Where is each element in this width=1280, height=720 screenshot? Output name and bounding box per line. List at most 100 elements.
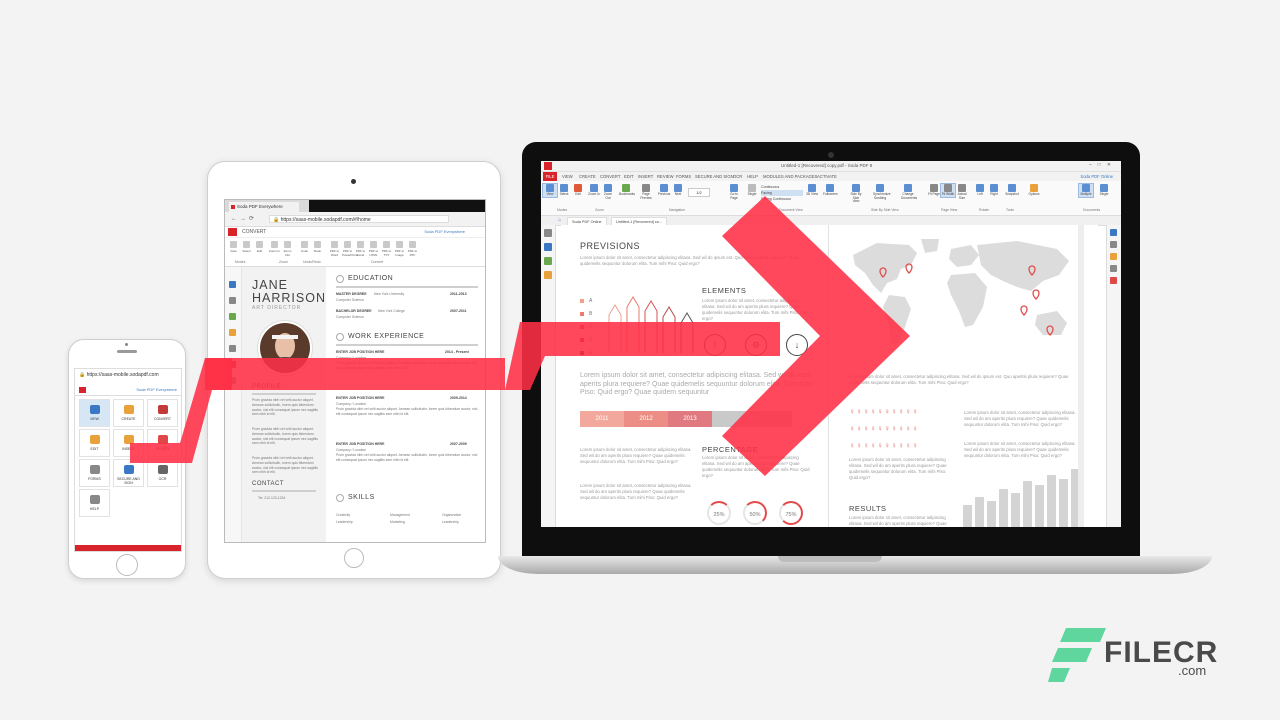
properties-icon[interactable] — [1110, 253, 1117, 260]
ribbon-button[interactable]: Select — [241, 241, 252, 253]
select-button[interactable]: Select — [557, 184, 571, 197]
browser-tab[interactable]: Soda PDF Everywhere — [229, 202, 299, 212]
fullscreen-button[interactable]: Fullscreen — [823, 184, 838, 197]
hamburger-menu-icon[interactable] — [79, 387, 86, 393]
fit-page-button[interactable]: Fit Page — [927, 184, 941, 197]
sync-scroll-button[interactable]: Synchronize Scrolling — [873, 184, 891, 200]
ribbon-label: Edit — [575, 192, 581, 196]
ribbon-button[interactable]: PDF to TXT — [381, 241, 392, 257]
window-title: Untitled-1 [Recovered] copy.pdf - Soda P… — [781, 163, 873, 168]
menu-create[interactable]: CREATE — [579, 174, 596, 179]
fit-width-button[interactable]: Fit Width — [940, 183, 956, 198]
menu-forms[interactable]: FORMS — [676, 174, 691, 179]
single-page-button[interactable]: Single — [745, 184, 759, 197]
ribbon-title[interactable]: CONVERT — [242, 229, 266, 235]
menu-convert[interactable]: CONVERT — [600, 174, 620, 179]
menu-insert[interactable]: INSERT — [638, 174, 653, 179]
ribbon-button[interactable]: Undo — [299, 241, 310, 253]
home-icon[interactable]: ⌂ — [558, 217, 561, 223]
options-button[interactable]: Options — [1027, 184, 1041, 197]
ribbon-button[interactable]: Zoom In — [269, 241, 280, 253]
phone-online-link[interactable]: Soda PDF Everywhere — [136, 387, 177, 392]
tile-review[interactable]: REVIEW — [147, 429, 178, 457]
tile-view[interactable]: VIEW — [79, 399, 110, 427]
bookmarks-icon[interactable] — [544, 243, 552, 251]
change-documents-button[interactable]: Change Documents — [901, 184, 918, 200]
go-to-page-button[interactable]: Go to Page — [727, 184, 741, 200]
pages-icon[interactable] — [229, 313, 236, 320]
rotate-left-button[interactable]: Left — [973, 184, 987, 197]
ribbon-button[interactable]: PDF to Word — [329, 241, 340, 257]
window-controls[interactable]: –□✕ — [1089, 162, 1117, 168]
tile-create[interactable]: CREATE — [113, 399, 144, 427]
tile-help[interactable]: HELP — [79, 489, 110, 517]
ribbon-button[interactable]: Zoom Out — [282, 241, 293, 257]
signatures-icon[interactable] — [229, 377, 236, 384]
ribbon-button[interactable]: PDF to PowerPoint — [342, 241, 357, 257]
vertical-scrollbar[interactable] — [1078, 225, 1084, 527]
home-icon[interactable] — [229, 281, 236, 288]
menu-file[interactable]: FILE — [543, 172, 557, 181]
hand-icon[interactable] — [1110, 229, 1117, 236]
side-by-side-button[interactable]: Side By Side View — [849, 184, 863, 204]
menu-view[interactable]: VIEW — [562, 174, 573, 179]
ribbon-button[interactable]: PDF to Image — [394, 241, 405, 257]
actual-size-button[interactable]: Actual Size — [955, 184, 969, 200]
online-link[interactable]: Soda PDF Online — [1080, 174, 1113, 179]
ribbon-button[interactable]: View — [228, 241, 239, 253]
hamburger-menu-icon[interactable] — [228, 228, 237, 236]
snapshot-button[interactable]: Snapshot — [1005, 184, 1019, 197]
menu-edit[interactable]: EDIT — [624, 174, 634, 179]
previous-button[interactable]: Previous — [657, 184, 671, 197]
comment-icon[interactable] — [1110, 241, 1117, 248]
ribbon-label: Change Documents — [901, 192, 918, 200]
people-text: Lorem ipsum dolor sit amet, consectetur … — [849, 457, 947, 480]
page-counter[interactable]: 1/2 — [688, 188, 710, 197]
bookmarks-button[interactable]: Bookmarks — [619, 184, 635, 197]
menu-ocr[interactable]: OCR — [733, 174, 742, 179]
attachments-icon[interactable] — [544, 271, 552, 279]
edit-button[interactable]: Edit — [571, 184, 585, 197]
menu-secure-and-sign[interactable]: SECURE AND SIGN — [695, 174, 734, 179]
tile-insert[interactable]: INSERT — [113, 429, 144, 457]
url-field[interactable]: 🔒 https://saas-mobile.sodapdf.com/#/home — [269, 215, 449, 223]
tile-ocr[interactable]: OCR — [147, 459, 178, 487]
single-doc-button[interactable]: Single — [1097, 184, 1111, 197]
bookmarks-icon[interactable] — [229, 297, 236, 304]
multiple-docs-button[interactable]: Multiple — [1078, 183, 1094, 198]
legend-swatch — [580, 337, 584, 342]
option-facing-continuous[interactable]: Facing Continuous — [761, 196, 803, 202]
layers-icon[interactable] — [544, 257, 552, 265]
menu-activate[interactable]: ACTIVATE — [817, 174, 837, 179]
menu-help[interactable]: HELP — [747, 174, 758, 179]
tile-edit[interactable]: EDIT — [79, 429, 110, 457]
link-icon[interactable] — [1110, 265, 1117, 272]
attachments-icon[interactable] — [229, 345, 236, 352]
tile-forms[interactable]: FORMS — [79, 459, 110, 487]
zoom-in-button[interactable]: Zoom In — [587, 184, 601, 197]
pages-icon[interactable] — [544, 229, 552, 237]
next-button[interactable]: Next — [671, 184, 685, 197]
phone-address-bar[interactable]: 🔒 https://saas-mobile.sodapdf.com — [79, 372, 177, 381]
tile-secure-and-sign[interactable]: SECURE AND SIGN — [113, 459, 144, 487]
browser-nav-icons[interactable]: ←→⟳ — [231, 215, 257, 222]
page-preview-button[interactable]: Page Preview — [639, 184, 653, 200]
rotate-right-button[interactable]: Right — [987, 184, 1001, 197]
tablet-home-button[interactable] — [344, 548, 364, 568]
ribbon-button[interactable]: PDF to HTML — [368, 241, 379, 257]
ribbon-button[interactable]: Edit — [254, 241, 265, 253]
comments-icon[interactable] — [229, 361, 236, 368]
menu-modules-and-packages[interactable]: MODULES AND PACKAGES — [763, 174, 817, 179]
view-button[interactable]: View — [542, 183, 558, 198]
3d-view-button[interactable]: 3D View — [805, 184, 819, 197]
search-icon[interactable] — [229, 329, 236, 336]
online-link[interactable]: Soda PDF Everywhere — [424, 229, 465, 234]
menu-review[interactable]: REVIEW — [657, 174, 674, 179]
ribbon-button[interactable]: PDF to RTF — [407, 241, 418, 257]
ribbon-button[interactable]: PDF to Excel — [355, 241, 366, 257]
zoom-out-button[interactable]: Zoom Out — [601, 184, 615, 200]
tile-convert[interactable]: CONVERT — [147, 399, 178, 427]
phone-home-button[interactable] — [116, 554, 138, 576]
pdf-icon[interactable] — [1110, 277, 1117, 284]
ribbon-button[interactable]: Redo — [312, 241, 323, 253]
